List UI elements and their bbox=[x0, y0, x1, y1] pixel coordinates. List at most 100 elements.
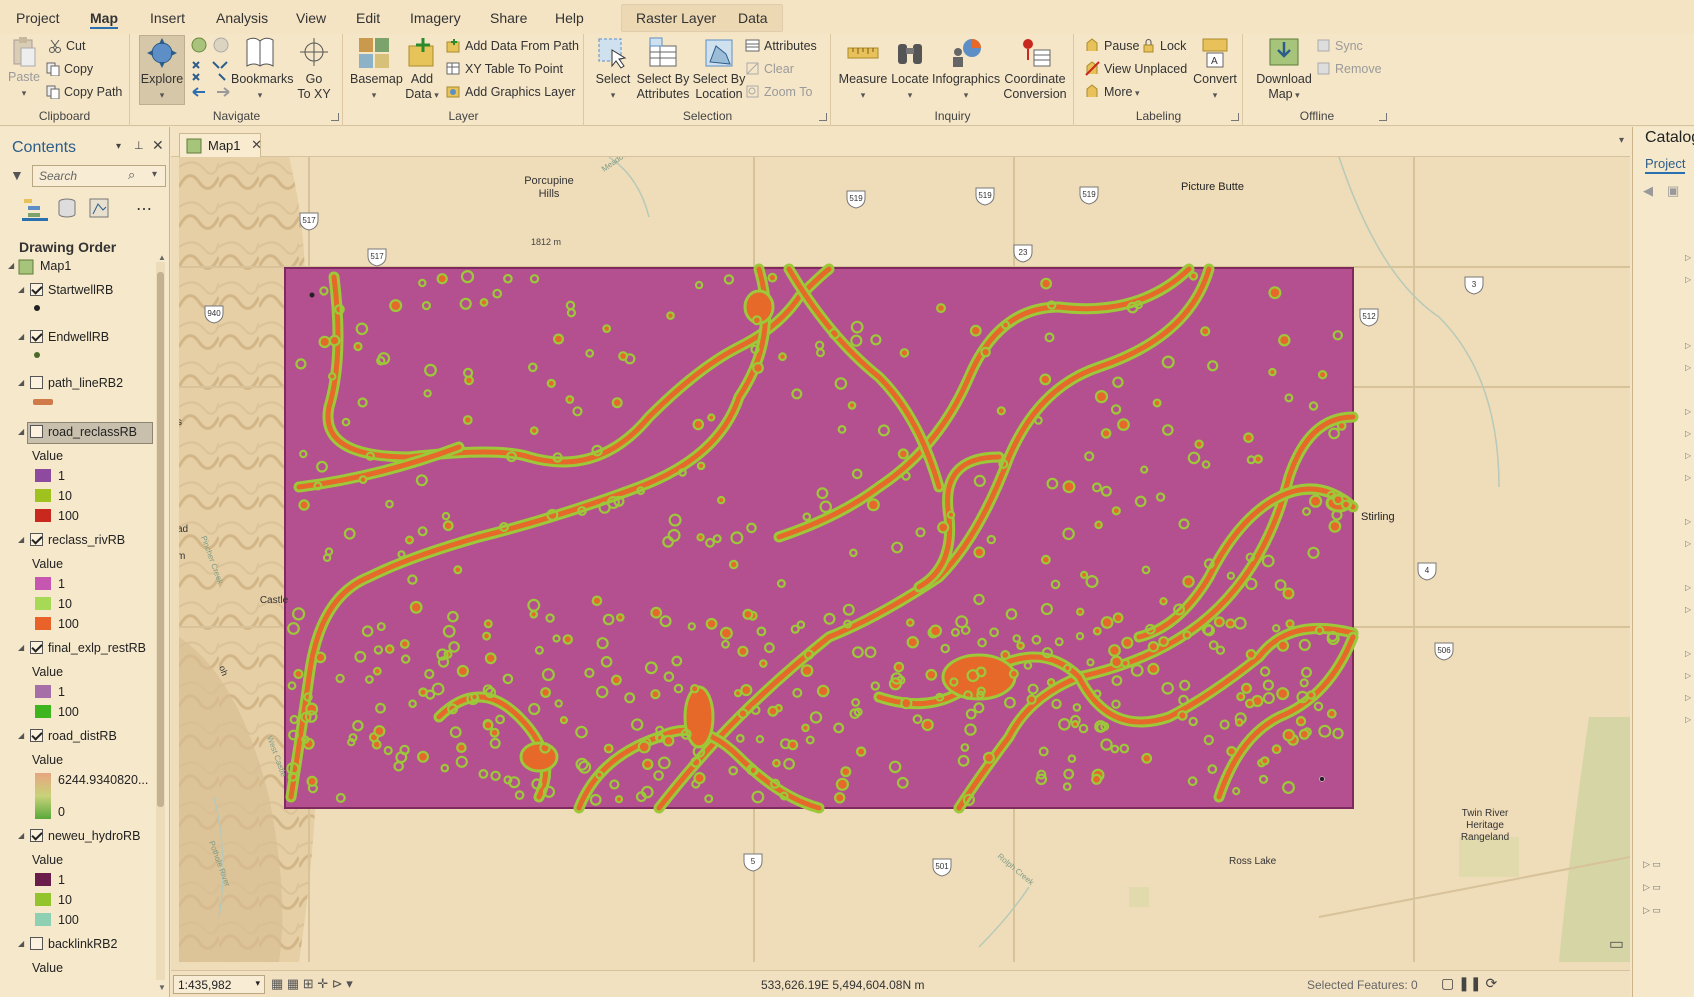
close-tab-icon[interactable]: ✕ bbox=[251, 137, 262, 153]
bookmarks-button[interactable]: Bookmarks ▾ bbox=[231, 36, 294, 103]
selection-view-button[interactable] bbox=[88, 197, 110, 222]
attributes-button[interactable]: Attributes bbox=[745, 37, 817, 55]
menu-imagery[interactable]: Imagery bbox=[410, 10, 461, 26]
menu-map[interactable]: Map bbox=[90, 10, 118, 29]
layer-endwellrb[interactable]: EndwellRB bbox=[48, 328, 109, 346]
layer-checkbox[interactable] bbox=[30, 330, 43, 343]
scrollbar-thumb[interactable] bbox=[157, 272, 164, 807]
locate-button[interactable]: Locate ▾ bbox=[888, 36, 932, 103]
convert-button[interactable]: A Convert ▾ bbox=[1189, 36, 1241, 103]
expand-icon[interactable]: ◢ bbox=[18, 427, 24, 436]
catalog-item-expander[interactable]: ▷ ▭ bbox=[1643, 859, 1661, 870]
map1-tab[interactable]: Map1 ✕ bbox=[179, 133, 262, 157]
layer-checkbox[interactable] bbox=[30, 376, 43, 389]
scale-input[interactable]: 1:435,982 ▾ bbox=[173, 975, 265, 994]
layer-final-exlp-restrb[interactable]: final_exlp_restRB bbox=[48, 639, 146, 657]
cut-button[interactable]: Cut bbox=[48, 37, 85, 55]
catalog-item-expander[interactable]: ▷ ▭ bbox=[1643, 882, 1661, 893]
selection-launcher-icon[interactable] bbox=[819, 113, 827, 121]
copy-button[interactable]: Copy bbox=[46, 60, 93, 78]
search-dropdown-icon[interactable]: ▾ bbox=[152, 169, 157, 180]
menu-view[interactable]: View bbox=[296, 10, 326, 26]
menu-insert[interactable]: Insert bbox=[150, 10, 185, 26]
map-canvas[interactable]: 517 517 519 519 519 940 23 3 512 4 506 5 501 Porcupi… bbox=[179, 157, 1630, 962]
layer-startwellrb[interactable]: StartwellRB bbox=[48, 281, 113, 299]
layer-checkbox[interactable] bbox=[30, 829, 43, 842]
layer-path-linerb2[interactable]: path_lineRB2 bbox=[48, 374, 123, 392]
sync-button[interactable]: Sync bbox=[1316, 37, 1363, 55]
view-unplaced-button[interactable]: View Unplaced bbox=[1085, 60, 1187, 78]
scroll-up-icon[interactable]: ▲ bbox=[158, 253, 166, 262]
layer-backlinkrb2[interactable]: backlinkRB2 bbox=[48, 935, 117, 953]
add-graphics-layer-button[interactable]: Add Graphics Layer bbox=[446, 83, 575, 101]
select-by-attributes-button[interactable]: Select By Attributes bbox=[635, 36, 691, 102]
lock-labels-button[interactable]: Lock bbox=[1141, 37, 1186, 55]
go-to-xy-button[interactable]: Go To XY bbox=[295, 36, 333, 102]
pause-labels-button[interactable]: Pause bbox=[1085, 37, 1139, 55]
map-overview-icon[interactable]: ▭ bbox=[1609, 934, 1624, 954]
labeling-launcher-icon[interactable] bbox=[1231, 113, 1239, 121]
map1-node[interactable]: Map1 bbox=[40, 257, 71, 275]
layer-checkbox[interactable] bbox=[30, 641, 43, 654]
layer-checkbox[interactable] bbox=[30, 729, 43, 742]
layer-checkbox[interactable] bbox=[30, 283, 43, 296]
pause-drawing-icon[interactable]: ▢ ❚❚ ⟳ bbox=[1441, 975, 1497, 992]
paste-button[interactable]: Paste ▾ bbox=[6, 36, 42, 101]
xy-table-to-point-button[interactable]: XY Table To Point bbox=[446, 60, 563, 78]
download-map-button[interactable]: Download Map ▾ bbox=[1252, 36, 1316, 103]
layer-checkbox[interactable] bbox=[30, 937, 43, 950]
more-labeling-button[interactable]: More ▾ bbox=[1085, 83, 1140, 101]
coordinate-conversion-button[interactable]: Coordinate Conversion bbox=[1000, 36, 1070, 102]
remove-button[interactable]: Remove bbox=[1316, 60, 1382, 78]
menu-help[interactable]: Help bbox=[555, 10, 584, 26]
more-options-icon[interactable]: ⋯ bbox=[136, 199, 152, 219]
explore-button[interactable]: Explore ▾ bbox=[139, 36, 185, 103]
catalog-home-icon[interactable]: ▣ bbox=[1667, 183, 1679, 199]
expand-icon[interactable]: ◢ bbox=[18, 332, 24, 341]
expand-icon[interactable]: ◢ bbox=[18, 939, 24, 948]
layer-road-reclassrb[interactable]: road_reclassRB bbox=[48, 423, 137, 441]
search-icon[interactable]: ⌕ bbox=[128, 167, 135, 183]
navigate-launcher-icon[interactable] bbox=[331, 113, 339, 121]
pane-options-icon[interactable]: ▾ bbox=[116, 141, 121, 152]
tab-list-icon[interactable]: ▾ bbox=[1619, 135, 1624, 146]
back-icon[interactable]: ◀ bbox=[1643, 183, 1653, 199]
clear-selection-button[interactable]: Clear bbox=[745, 60, 794, 78]
layer-neweu-hydrorb[interactable]: neweu_hydroRB bbox=[48, 827, 140, 845]
measure-button[interactable]: Measure ▾ bbox=[836, 36, 890, 103]
scroll-down-icon[interactable]: ▼ bbox=[158, 983, 166, 992]
search-input[interactable]: Search bbox=[32, 165, 166, 187]
expand-map-icon[interactable]: ◢ bbox=[8, 261, 14, 270]
pin-icon[interactable]: ⊥ bbox=[134, 139, 144, 152]
expand-icon[interactable]: ◢ bbox=[18, 285, 24, 294]
menu-raster-layer[interactable]: Raster Layer bbox=[636, 10, 716, 26]
add-data-from-path-button[interactable]: Add Data From Path bbox=[446, 37, 579, 55]
offline-launcher-icon[interactable] bbox=[1379, 113, 1387, 121]
menu-edit[interactable]: Edit bbox=[356, 10, 380, 26]
infographics-button[interactable]: Infographics ▾ bbox=[932, 36, 1000, 103]
basemap-button[interactable]: Basemap ▾ bbox=[350, 36, 403, 103]
catalog-item-expander[interactable]: ▷ ▭ bbox=[1643, 905, 1661, 916]
expand-icon[interactable]: ◢ bbox=[18, 378, 24, 387]
expand-icon[interactable]: ◢ bbox=[18, 731, 24, 740]
expand-icon[interactable]: ◢ bbox=[18, 535, 24, 544]
catalog-project-tab[interactable]: Project bbox=[1645, 156, 1686, 174]
layer-road-distrb[interactable]: road_distRB bbox=[48, 727, 117, 745]
select-button[interactable]: Select ▾ bbox=[593, 36, 633, 103]
menu-project[interactable]: Project bbox=[16, 10, 60, 26]
catalog-tree-expanders[interactable]: ▷ ▷ ▷ ▷ ▷ ▷ ▷ ▷ ▷ ▷ ▷ ▷ ▷ ▷ ▷ ▷ bbox=[1685, 247, 1691, 731]
filter-icon[interactable]: ▼ bbox=[10, 167, 24, 183]
expand-icon[interactable]: ◢ bbox=[18, 831, 24, 840]
data-source-view-button[interactable] bbox=[56, 197, 78, 222]
copy-path-button[interactable]: Copy Path bbox=[46, 83, 122, 101]
close-icon[interactable]: ✕ bbox=[152, 137, 164, 154]
layer-checkbox[interactable] bbox=[30, 533, 43, 546]
zoom-to-selection-button[interactable]: Zoom To bbox=[745, 83, 812, 101]
expand-icon[interactable]: ◢ bbox=[18, 643, 24, 652]
layer-checkbox[interactable] bbox=[30, 425, 43, 438]
menu-analysis[interactable]: Analysis bbox=[216, 10, 268, 26]
menu-share[interactable]: Share bbox=[490, 10, 527, 26]
status-tools-icon[interactable]: ▦ ▦ ⊞ ✛ ⊳ ▾ bbox=[271, 976, 353, 992]
add-data-button[interactable]: Add Data ▾ bbox=[402, 36, 442, 103]
drawing-order-view-button[interactable] bbox=[22, 197, 48, 221]
